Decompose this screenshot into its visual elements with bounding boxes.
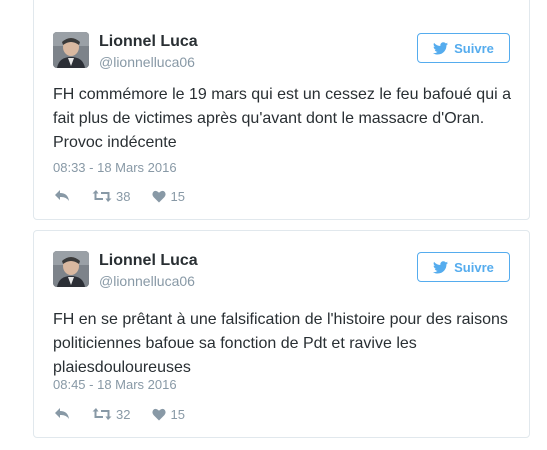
- tweet-card: Lionnel Luca @lionnelluca06 Suivre FH co…: [33, 0, 530, 220]
- follow-label: Suivre: [454, 259, 494, 275]
- reply-icon: [54, 189, 70, 203]
- twitter-bird-icon: [433, 260, 449, 274]
- tweet-text: FH commémore le 19 mars qui est un cesse…: [53, 86, 511, 151]
- like-button[interactable]: 15: [152, 188, 185, 204]
- retweet-icon: [92, 189, 112, 203]
- follow-label: Suivre: [454, 40, 494, 56]
- heart-icon: [152, 408, 167, 421]
- retweet-icon: [92, 407, 112, 421]
- heart-icon: [152, 190, 167, 203]
- tweet-text: FH en se prêtant à une falsification de …: [53, 311, 508, 376]
- retweet-button[interactable]: 32: [92, 407, 130, 422]
- twitter-bird-icon: [433, 41, 449, 55]
- like-count: 15: [170, 188, 185, 204]
- tweet-timestamp[interactable]: 08:33 - 18 Mars 2016: [53, 160, 177, 175]
- avatar[interactable]: [53, 251, 89, 287]
- avatar[interactable]: [53, 32, 89, 68]
- retweet-count: 38: [116, 188, 131, 204]
- like-button[interactable]: 15: [152, 406, 185, 422]
- author-name[interactable]: Lionnel Luca: [99, 252, 198, 270]
- tweet-card: Lionnel Luca @lionnelluca06 Suivre FH en…: [33, 230, 530, 438]
- like-count: 15: [170, 406, 185, 422]
- reply-button[interactable]: [54, 189, 70, 203]
- retweet-button[interactable]: 38: [92, 189, 130, 204]
- follow-button[interactable]: Suivre: [417, 33, 510, 63]
- retweet-count: 32: [116, 406, 131, 422]
- follow-button[interactable]: Suivre: [417, 252, 510, 282]
- reply-icon: [54, 407, 70, 421]
- reply-button[interactable]: [54, 407, 70, 421]
- author-handle[interactable]: @lionnelluca06: [99, 273, 195, 289]
- author-handle[interactable]: @lionnelluca06: [99, 54, 195, 70]
- tweet-feed: Lionnel Luca @lionnelluca06 Suivre FH co…: [0, 0, 547, 450]
- author-name[interactable]: Lionnel Luca: [99, 33, 198, 51]
- tweet-timestamp[interactable]: 08:45 - 18 Mars 2016: [53, 377, 177, 392]
- tweet-actions: 32 15: [54, 405, 185, 423]
- tweet-actions: 38 15: [54, 187, 185, 205]
